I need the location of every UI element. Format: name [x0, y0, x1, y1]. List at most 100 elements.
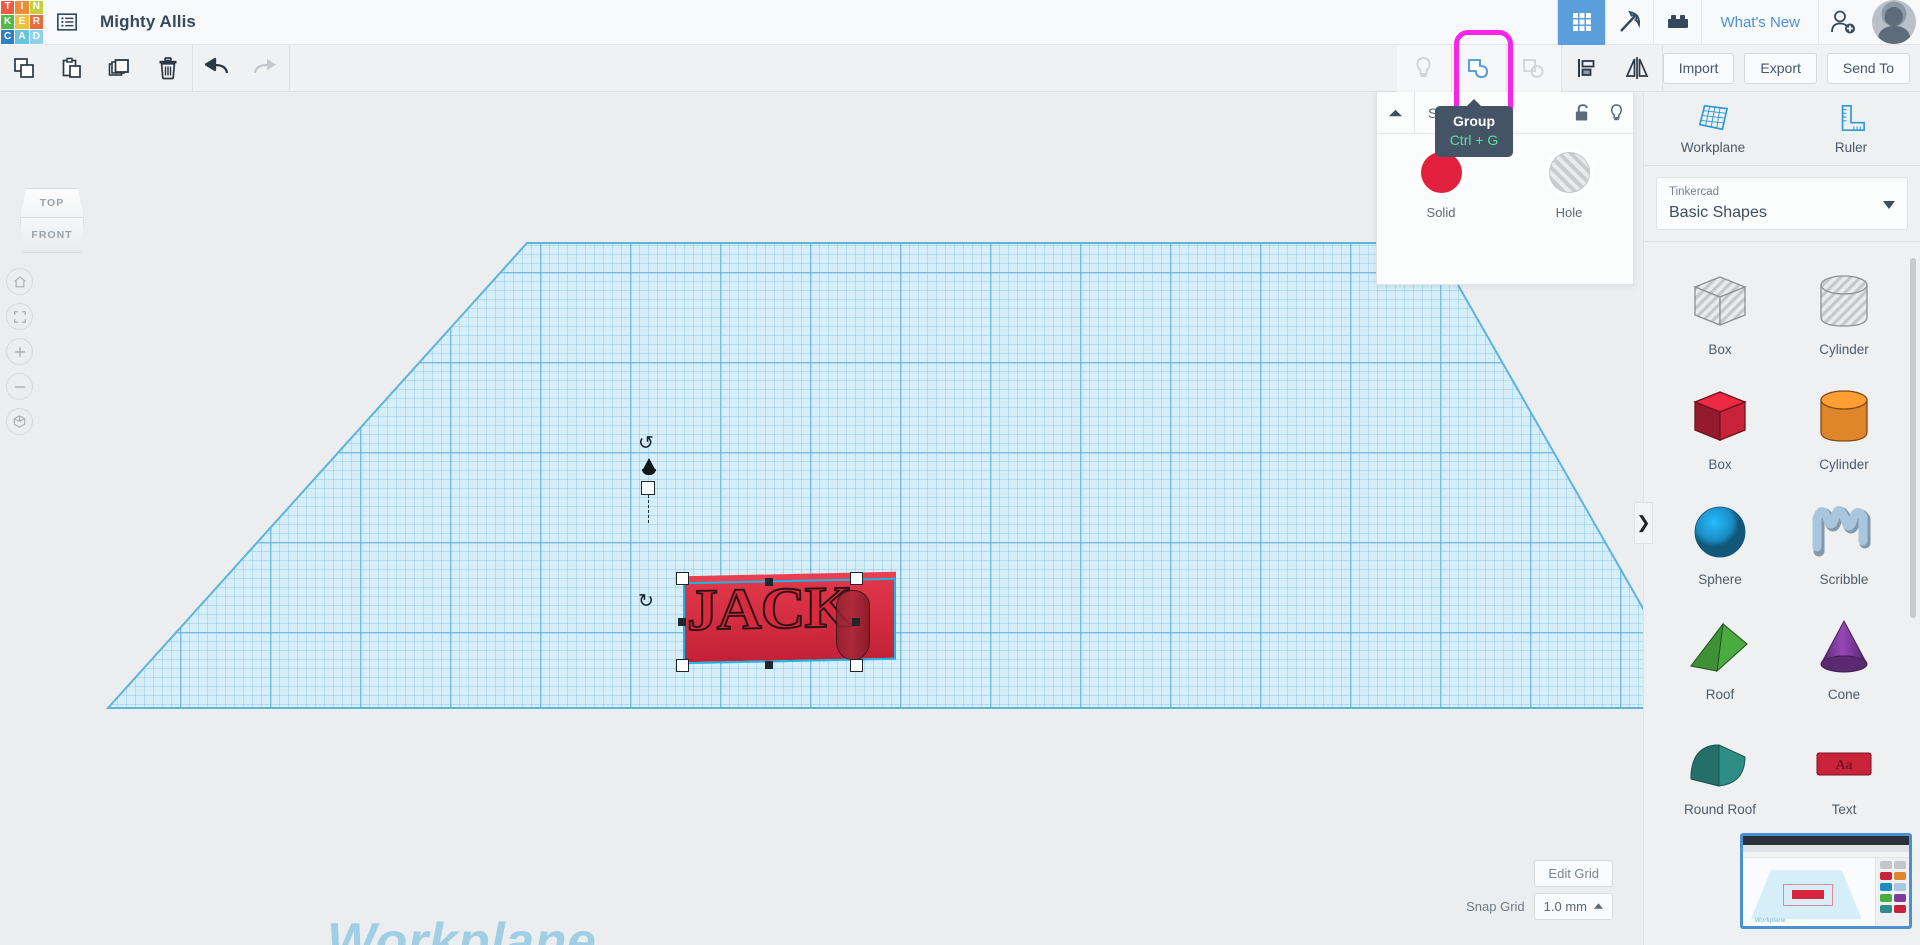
ortho-perspective-toggle[interactable]: [6, 408, 33, 435]
thumbnail-object: [1791, 889, 1824, 900]
tinkercad-app: TINKERCAD Mighty Allis What's New Import…: [0, 0, 1920, 945]
chevron-down-icon: [1883, 200, 1895, 209]
ungroup-light-button[interactable]: [1396, 44, 1451, 92]
logo-letter-c: C: [1, 29, 15, 44]
logo-letter-a: A: [15, 29, 29, 44]
group-button[interactable]: [1451, 44, 1506, 92]
shape-scribble[interactable]: Scribble: [1782, 488, 1906, 587]
home-icon: [13, 275, 26, 287]
shape-box-hole-icon: [1683, 269, 1757, 335]
lightbulb-icon: [1610, 103, 1622, 120]
view-cube-front-face[interactable]: FRONT: [20, 218, 84, 253]
align-button[interactable]: [1562, 45, 1612, 92]
zoom-out-button[interactable]: [6, 373, 33, 400]
shape-box-hole[interactable]: Box: [1658, 258, 1782, 357]
shape-sphere-icon: [1683, 499, 1757, 565]
shapes-scrollbar[interactable]: [1910, 258, 1916, 618]
scale-handle-bottom[interactable]: [765, 661, 773, 669]
solid-swatch: [1420, 152, 1462, 193]
shape-cone[interactable]: Cone: [1782, 603, 1906, 702]
scale-handle-bl[interactable]: [676, 659, 689, 672]
view-cube[interactable]: TOP FRONT: [17, 188, 87, 256]
main-menu-button[interactable]: [44, 0, 90, 45]
scale-handle-tr[interactable]: [850, 572, 863, 585]
designs-grid-button[interactable]: [1557, 0, 1606, 45]
zoom-in-button[interactable]: [6, 338, 33, 365]
shape-text[interactable]: Aa Text: [1782, 718, 1906, 817]
scale-handle-left[interactable]: [678, 618, 686, 626]
hole-swatch: [1548, 152, 1590, 193]
copy-button[interactable]: [0, 45, 48, 92]
shape-light-button[interactable]: [1599, 92, 1633, 134]
shape-text-icon: Aa: [1807, 729, 1881, 795]
paste-icon: [62, 57, 81, 78]
height-handle[interactable]: [641, 481, 655, 495]
scale-handle-top[interactable]: [765, 578, 773, 586]
fit-to-view-button[interactable]: [6, 303, 33, 330]
whats-new-link[interactable]: What's New: [1701, 0, 1818, 45]
hole-option[interactable]: Hole: [1505, 152, 1633, 220]
cube-view-icon: [13, 415, 26, 428]
preview-thumbnail[interactable]: Workplane: [1740, 833, 1912, 929]
ungroup-button[interactable]: [1506, 44, 1561, 92]
mirror-button[interactable]: [1612, 45, 1662, 92]
shape-label: Cylinder: [1819, 342, 1869, 357]
minecraft-button[interactable]: [1605, 0, 1653, 45]
workplane-tool-label: Workplane: [1680, 139, 1746, 155]
scale-handle-right[interactable]: [852, 618, 860, 626]
tinkercad-logo[interactable]: TINKERCAD: [0, 0, 44, 45]
workplane-tool[interactable]: Workplane: [1644, 92, 1782, 165]
user-avatar[interactable]: [1872, 0, 1916, 44]
shapes-panel-collapse-button[interactable]: [1377, 91, 1415, 134]
shape-library-dropdown[interactable]: Tinkercad Basic Shapes: [1656, 177, 1908, 230]
group-tooltip-shortcut: Ctrl + G: [1449, 131, 1499, 148]
mirror-icon: [1625, 57, 1649, 79]
import-button[interactable]: Import: [1662, 52, 1735, 84]
snap-grid-select[interactable]: 1.0 mm: [1533, 893, 1613, 920]
undo-button[interactable]: [193, 45, 241, 92]
minus-icon: [14, 385, 25, 388]
shape-box-solid[interactable]: Box: [1658, 373, 1782, 472]
document-title[interactable]: Mighty Allis: [100, 12, 196, 32]
unlock-icon: [1575, 104, 1588, 121]
shape-round-roof-icon: [1683, 729, 1757, 795]
library-source-label: Tinkercad: [1669, 186, 1720, 198]
blocks-button[interactable]: [1653, 0, 1701, 45]
edit-grid-button[interactable]: Edit Grid: [1534, 860, 1613, 887]
lock-toggle-button[interactable]: [1565, 92, 1599, 134]
grid-icon: [1572, 13, 1591, 31]
paste-button[interactable]: [48, 45, 96, 92]
logo-letter-e: E: [15, 15, 29, 29]
shape-label: Box: [1708, 457, 1732, 472]
scale-handle-tl[interactable]: [676, 572, 689, 585]
shape-cylinder-hole[interactable]: Cylinder: [1782, 258, 1906, 357]
redo-button[interactable]: [241, 45, 289, 92]
send-to-button[interactable]: Send To: [1826, 52, 1910, 84]
shape-roof[interactable]: Roof: [1658, 603, 1782, 702]
shape-scribble-icon: [1807, 499, 1881, 565]
library-name-label: Basic Shapes: [1669, 204, 1767, 222]
snap-grid-label: Snap Grid: [1466, 899, 1525, 914]
right-sidebar: Workplane Ruler Tinkercad Basic Shapes B…: [1643, 92, 1920, 945]
solid-option[interactable]: Solid: [1377, 152, 1505, 220]
home-view-button[interactable]: [6, 268, 33, 295]
invite-people-button[interactable]: [1818, 0, 1866, 45]
header-right-group: What's New: [1557, 0, 1920, 45]
ruler-icon: [1841, 104, 1865, 131]
duplicate-button[interactable]: [96, 45, 144, 92]
delete-button[interactable]: [144, 45, 192, 92]
shape-round-roof[interactable]: Round Roof: [1658, 718, 1782, 817]
scale-handle-br[interactable]: [850, 659, 863, 672]
ruler-tool[interactable]: Ruler: [1782, 92, 1920, 165]
shape-cylinder-solid[interactable]: Cylinder: [1782, 373, 1906, 472]
rotate-handle-top[interactable]: ↺: [638, 432, 654, 455]
view-cube-top-face[interactable]: TOP: [20, 188, 84, 218]
add-user-icon: [1830, 10, 1855, 34]
sidebar-tools: Workplane Ruler: [1644, 92, 1920, 166]
export-button[interactable]: Export: [1744, 52, 1817, 84]
sidebar-collapse-toggle[interactable]: ❯: [1634, 502, 1653, 544]
rotate-handle-bottom[interactable]: ↻: [638, 590, 654, 613]
shape-cylinder-solid-icon: [1807, 384, 1881, 450]
thumbnail-browser-chrome: [1743, 836, 1909, 845]
shape-sphere[interactable]: Sphere: [1658, 488, 1782, 587]
